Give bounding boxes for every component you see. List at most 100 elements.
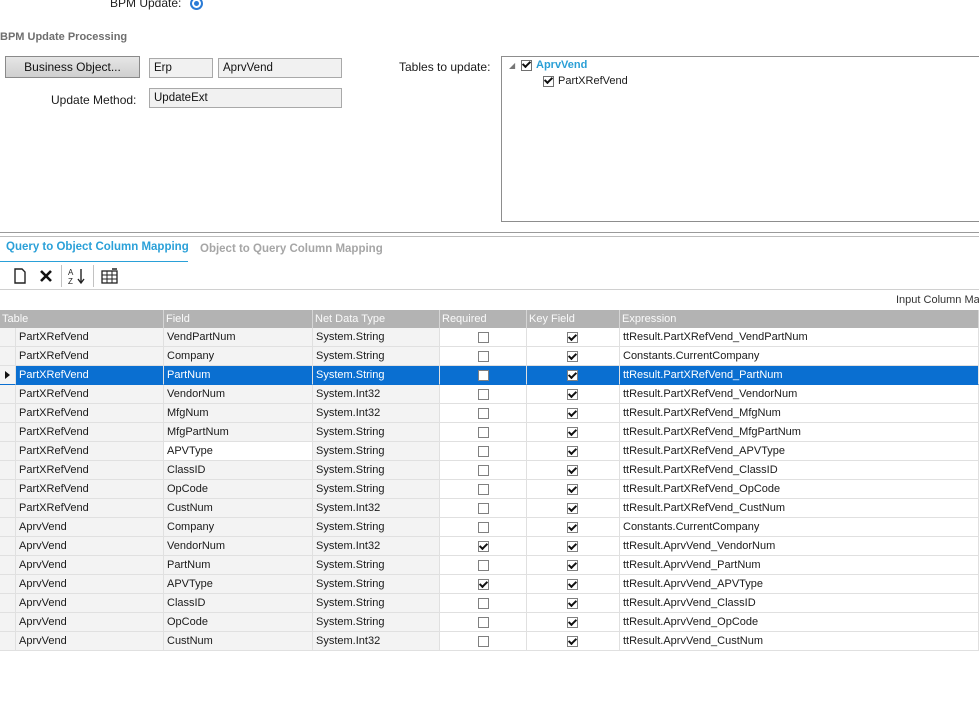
cell-key-field[interactable] <box>527 518 620 537</box>
required-checkbox[interactable] <box>478 408 489 419</box>
cell-net-data-type[interactable]: System.String <box>313 575 440 594</box>
table-row[interactable]: AprvVend PartNum System.String ttResult.Apr… <box>0 556 979 575</box>
key-field-checkbox[interactable] <box>567 541 578 552</box>
header-table[interactable]: Table <box>0 310 164 328</box>
tree-child-checkbox[interactable] <box>543 75 554 87</box>
row-selector[interactable] <box>0 385 16 404</box>
cell-expression[interactable]: ttResult.PartXRefVend_VendorNum <box>620 385 979 404</box>
cell-net-data-type[interactable]: System.String <box>313 366 440 385</box>
required-checkbox[interactable] <box>478 370 489 381</box>
cell-field[interactable]: MfgNum <box>164 404 313 423</box>
cell-net-data-type[interactable]: System.Int32 <box>313 385 440 404</box>
required-checkbox[interactable] <box>478 617 489 628</box>
cell-net-data-type[interactable]: System.String <box>313 328 440 347</box>
required-checkbox[interactable] <box>478 579 489 590</box>
key-field-checkbox[interactable] <box>567 465 578 476</box>
cell-net-data-type[interactable]: System.String <box>313 594 440 613</box>
cell-required[interactable] <box>440 518 527 537</box>
cell-required[interactable] <box>440 347 527 366</box>
row-selector[interactable] <box>0 518 16 537</box>
cell-field[interactable]: VendorNum <box>164 537 313 556</box>
new-icon[interactable] <box>9 265 31 287</box>
table-row[interactable]: PartXRefVend ClassID System.String ttResult… <box>0 461 979 480</box>
key-field-checkbox[interactable] <box>567 560 578 571</box>
cell-expression[interactable]: ttResult.AprvVend_VendorNum <box>620 537 979 556</box>
cell-expression[interactable]: ttResult.PartXRefVend_PartNum <box>620 366 979 385</box>
tree-root-checkbox[interactable] <box>521 59 532 71</box>
required-checkbox[interactable] <box>478 598 489 609</box>
cell-field[interactable]: Company <box>164 347 313 366</box>
row-selector[interactable] <box>0 556 16 575</box>
row-selector[interactable] <box>0 613 16 632</box>
cell-net-data-type[interactable]: System.Int32 <box>313 537 440 556</box>
key-field-checkbox[interactable] <box>567 522 578 533</box>
cell-key-field[interactable] <box>527 366 620 385</box>
cell-table[interactable]: AprvVend <box>16 518 164 537</box>
cell-required[interactable] <box>440 328 527 347</box>
cell-table[interactable]: PartXRefVend <box>16 461 164 480</box>
cell-field[interactable]: OpCode <box>164 480 313 499</box>
table-row[interactable]: PartXRefVend VendorNum System.Int32 ttResul… <box>0 385 979 404</box>
row-selector[interactable] <box>0 328 16 347</box>
cell-required[interactable] <box>440 461 527 480</box>
cell-required[interactable] <box>440 594 527 613</box>
required-checkbox[interactable] <box>478 503 489 514</box>
table-row[interactable]: AprvVend VendorNum System.Int32 ttResult.Ap… <box>0 537 979 556</box>
cell-required[interactable] <box>440 442 527 461</box>
sort-icon[interactable]: AZ <box>66 265 88 287</box>
cell-table[interactable]: PartXRefVend <box>16 499 164 518</box>
row-selector[interactable] <box>0 347 16 366</box>
cell-field[interactable]: MfgPartNum <box>164 423 313 442</box>
cell-net-data-type[interactable]: System.Int32 <box>313 632 440 651</box>
update-method-field[interactable]: UpdateExt <box>149 88 342 108</box>
tab-query-to-object[interactable]: Query to Object Column Mapping <box>6 241 189 253</box>
row-selector[interactable] <box>0 442 16 461</box>
row-selector[interactable] <box>0 537 16 556</box>
delete-icon[interactable] <box>35 265 57 287</box>
cell-table[interactable]: PartXRefVend <box>16 480 164 499</box>
table-row[interactable]: PartXRefVend MfgPartNum System.String ttRes… <box>0 423 979 442</box>
header-key-field[interactable]: Key Field <box>527 310 620 328</box>
cell-expression[interactable]: ttResult.AprvVend_ClassID <box>620 594 979 613</box>
cell-field[interactable]: APVType <box>164 575 313 594</box>
cell-key-field[interactable] <box>527 556 620 575</box>
header-net-data-type[interactable]: Net Data Type <box>313 310 440 328</box>
required-checkbox[interactable] <box>478 484 489 495</box>
cell-expression[interactable]: Constants.CurrentCompany <box>620 518 979 537</box>
erp-field[interactable]: Erp <box>149 58 213 78</box>
cell-expression[interactable]: ttResult.PartXRefVend_CustNum <box>620 499 979 518</box>
cell-required[interactable] <box>440 480 527 499</box>
cell-key-field[interactable] <box>527 575 620 594</box>
cell-expression[interactable]: ttResult.PartXRefVend_APVType <box>620 442 979 461</box>
tree-node-root[interactable]: ◢ AprvVend <box>509 59 587 71</box>
cell-field[interactable]: PartNum <box>164 366 313 385</box>
key-field-checkbox[interactable] <box>567 408 578 419</box>
cell-net-data-type[interactable]: System.String <box>313 480 440 499</box>
cell-net-data-type[interactable]: System.String <box>313 556 440 575</box>
table-row[interactable]: PartXRefVend CustNum System.Int32 ttResult.… <box>0 499 979 518</box>
cell-field[interactable]: APVType <box>164 442 313 461</box>
cell-net-data-type[interactable]: System.String <box>313 423 440 442</box>
cell-key-field[interactable] <box>527 347 620 366</box>
table-row[interactable]: AprvVend ClassID System.String ttResult.Apr… <box>0 594 979 613</box>
required-checkbox[interactable] <box>478 332 489 343</box>
cell-table[interactable]: PartXRefVend <box>16 385 164 404</box>
bpm-update-radio[interactable] <box>190 0 203 10</box>
cell-table[interactable]: AprvVend <box>16 632 164 651</box>
row-selector[interactable] <box>0 575 16 594</box>
cell-key-field[interactable] <box>527 461 620 480</box>
cell-key-field[interactable] <box>527 404 620 423</box>
required-checkbox[interactable] <box>478 446 489 457</box>
cell-field[interactable]: ClassID <box>164 461 313 480</box>
key-field-checkbox[interactable] <box>567 598 578 609</box>
cell-field[interactable]: Company <box>164 518 313 537</box>
cell-field[interactable]: OpCode <box>164 613 313 632</box>
table-row[interactable]: PartXRefVend PartNum System.String ttResult… <box>0 366 979 385</box>
required-checkbox[interactable] <box>478 351 489 362</box>
cell-field[interactable]: PartNum <box>164 556 313 575</box>
cell-key-field[interactable] <box>527 480 620 499</box>
cell-net-data-type[interactable]: System.Int32 <box>313 499 440 518</box>
cell-net-data-type[interactable]: System.String <box>313 613 440 632</box>
cell-key-field[interactable] <box>527 442 620 461</box>
cell-field[interactable]: VendPartNum <box>164 328 313 347</box>
